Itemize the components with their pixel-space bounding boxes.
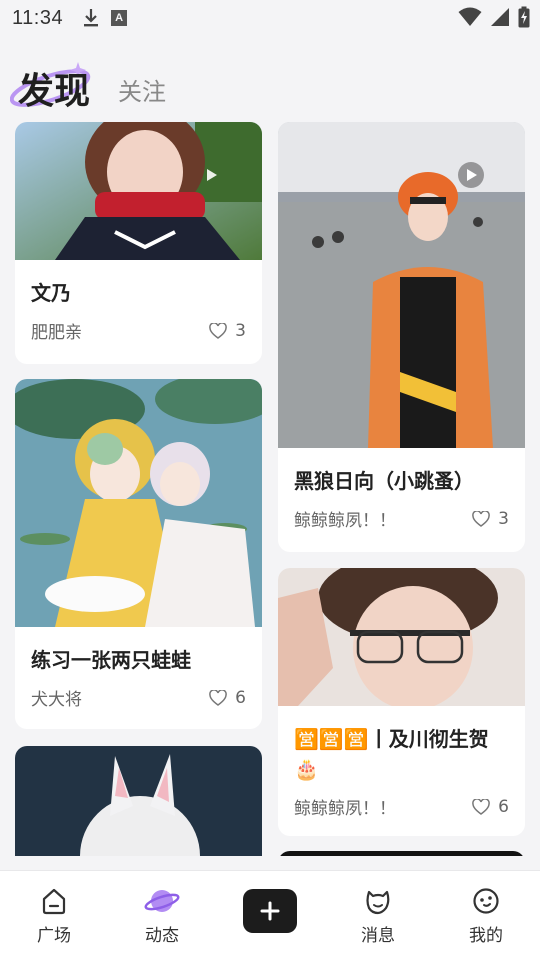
- card-image: [15, 379, 262, 627]
- like-count: 3: [498, 508, 509, 529]
- heart-icon: [472, 510, 490, 527]
- play-icon: [458, 162, 484, 188]
- home-icon: [42, 888, 66, 915]
- nav-label: 广场: [37, 926, 71, 946]
- card-image: [278, 568, 525, 706]
- download-icon: [84, 9, 99, 27]
- nav-dynamic[interactable]: 动态: [132, 887, 192, 946]
- nav-label: 消息: [361, 926, 395, 946]
- add-icon: [260, 901, 280, 921]
- signal-icon: [491, 8, 509, 26]
- card-author[interactable]: 鲸鲸鲸夙！！: [294, 794, 396, 819]
- card-title: 黑狼日向（小跳蚤）: [294, 469, 474, 493]
- like-count: 6: [498, 796, 509, 817]
- heart-icon: [209, 689, 227, 706]
- bottom-nav: 广场 动态 消息 我的: [0, 870, 540, 960]
- like-count: 3: [235, 320, 246, 341]
- like-button[interactable]: 3: [472, 509, 509, 529]
- card-meta: 犬大将 6: [15, 675, 262, 711]
- feed-card[interactable]: 🈺🈺🈺丨及川彻生贺🎂 鲸鲸鲸夙！！ 6: [278, 568, 525, 836]
- add-post-button[interactable]: [243, 889, 297, 933]
- like-count: 6: [235, 687, 246, 708]
- card-title: 练习一张两只蛙蛙: [31, 648, 191, 672]
- status-bar: 11:34 A: [0, 0, 540, 36]
- nav-label: 我的: [469, 926, 503, 946]
- card-author[interactable]: 犬大将: [31, 685, 82, 710]
- font-a-icon: A: [111, 10, 128, 26]
- nav-label: 动态: [145, 926, 179, 946]
- card-image: [278, 851, 525, 856]
- status-time: 11:34: [12, 6, 64, 29]
- heart-icon: [209, 322, 227, 339]
- nav-square[interactable]: 广场: [24, 887, 84, 946]
- battery-icon: [518, 6, 530, 28]
- card-meta: 鲸鲸鲸夙！！ 6: [278, 784, 525, 820]
- card-image: [15, 122, 262, 260]
- message-icon: [366, 890, 390, 915]
- heart-icon: [472, 798, 490, 815]
- card-meta: 鲸鲸鲸夙！！ 3: [278, 496, 525, 532]
- like-button[interactable]: 6: [209, 688, 246, 708]
- tab-discover[interactable]: 发现: [18, 62, 90, 114]
- feed[interactable]: 文乃 肥肥亲 3 黑狼日向（小跳蚤） 鲸鲸鲸夙！！ 3 练习一张两只蛙蛙 犬大将…: [0, 122, 540, 856]
- feed-card[interactable]: [15, 746, 262, 856]
- like-button[interactable]: 6: [472, 797, 509, 817]
- card-author[interactable]: 肥肥亲: [31, 318, 82, 343]
- feed-card[interactable]: 黑狼日向（小跳蚤） 鲸鲸鲸夙！！ 3: [278, 122, 525, 552]
- feed-card[interactable]: [278, 851, 525, 856]
- play-icon: [198, 162, 224, 188]
- card-image: [278, 122, 525, 448]
- nav-messages[interactable]: 消息: [348, 887, 408, 946]
- wifi-icon: [458, 7, 482, 26]
- feed-card[interactable]: 练习一张两只蛙蛙 犬大将 6: [15, 379, 262, 729]
- card-meta: 肥肥亲 3: [15, 308, 262, 344]
- header-tabs: 发现 关注: [0, 56, 540, 116]
- feed-card[interactable]: 文乃 肥肥亲 3: [15, 122, 262, 364]
- card-author[interactable]: 鲸鲸鲸夙！！: [294, 506, 396, 531]
- card-image: [15, 746, 262, 856]
- profile-icon: [473, 888, 499, 914]
- card-title: 文乃: [31, 281, 71, 305]
- nav-profile[interactable]: 我的: [456, 887, 516, 946]
- like-button[interactable]: 3: [209, 321, 246, 341]
- tab-following[interactable]: 关注: [118, 72, 166, 107]
- card-title: 🈺🈺🈺丨及川彻生贺🎂: [294, 727, 489, 781]
- planet-icon: [144, 890, 180, 912]
